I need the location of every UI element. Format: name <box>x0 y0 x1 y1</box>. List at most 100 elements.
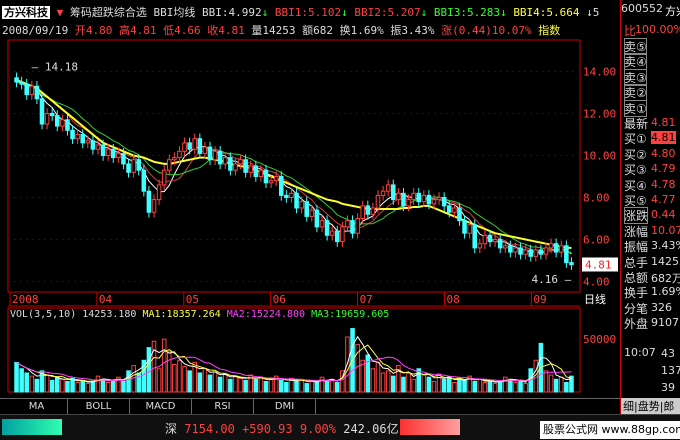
ratio-value: 100.00% <box>635 23 680 36</box>
candle-body <box>192 138 198 150</box>
candle-body <box>436 197 442 201</box>
candle-body <box>136 159 142 171</box>
volume-bar <box>401 376 406 393</box>
candle-body <box>492 239 498 243</box>
volume-bar <box>324 380 330 393</box>
quote-row: 卖④ <box>621 53 680 71</box>
candle-body <box>100 144 106 156</box>
volume-bar <box>146 347 152 393</box>
candle-body <box>65 119 70 131</box>
quote-row: 总额 682万 <box>621 269 680 285</box>
sidebar-ratio-row: 比 100.00% <box>621 22 680 38</box>
quote-row: 卖③ <box>621 68 680 86</box>
candle-body <box>482 234 488 245</box>
date-tick-label: 2008 <box>12 293 39 306</box>
volume-bar <box>121 380 126 393</box>
volume-bar <box>370 368 376 393</box>
bbi2-value: BBI2:5.207 <box>354 6 421 19</box>
quote-row: 涨跌 0.44 <box>621 207 680 225</box>
candles <box>14 72 574 270</box>
volume-bar <box>166 351 172 393</box>
candle-body <box>207 146 213 161</box>
candle-body <box>19 81 24 85</box>
market-progress-right <box>400 419 460 435</box>
candle-body <box>518 247 523 255</box>
market-progress-left <box>2 419 62 435</box>
candle-body <box>34 85 40 100</box>
candle-body <box>309 209 315 217</box>
volume-bar <box>258 376 264 393</box>
bbi-line-yellow <box>16 78 572 249</box>
volume-bar <box>156 368 162 393</box>
candle-body <box>304 201 310 217</box>
quote-row-value: 3.43% <box>651 239 680 253</box>
price-tick-label: 12.00 <box>583 108 616 121</box>
tab-rsi[interactable]: RSI <box>192 399 254 414</box>
tab-macd[interactable]: MACD <box>130 399 192 414</box>
volume-bar <box>564 381 569 393</box>
candle-body <box>523 249 528 255</box>
quote-row-value: 4.81 <box>651 131 676 145</box>
candle-body <box>253 165 259 177</box>
price-grid <box>8 71 580 282</box>
quote-row-value: 4.78 <box>651 177 676 191</box>
quote-row-value: 4.79 <box>651 162 676 176</box>
volume-bar <box>390 375 396 393</box>
price-tick-label: 8.00 <box>583 192 610 205</box>
bbi-value: BBI:4.992 <box>202 6 262 19</box>
sidebar-bottom-tab[interactable]: 细|盘势|郎 <box>621 398 680 414</box>
ma-line-white <box>16 81 572 255</box>
volume-bar <box>319 376 325 393</box>
indicator-tabs: MA BOLL MACD RSI DMI <box>0 398 620 414</box>
candle-body <box>360 205 366 219</box>
stock-name[interactable]: 方兴科技 <box>2 6 50 19</box>
candle-body <box>228 157 233 171</box>
candle-body <box>44 113 50 125</box>
volume-bar <box>334 381 340 393</box>
kline-chart[interactable]: 14.00 12.00 10.00 8.00 6.00 4.00 2008 04 05 06 07 0… <box>0 36 620 398</box>
volume-bar <box>80 379 86 393</box>
volume-bar <box>309 379 315 393</box>
volume-bar <box>19 368 24 393</box>
candle-body <box>217 150 223 165</box>
candle-body <box>141 169 147 192</box>
candle-body <box>477 243 483 249</box>
candle-body <box>273 176 279 182</box>
candle-body <box>75 134 80 140</box>
candle-body <box>401 192 406 207</box>
volume-tick-label: 50000 <box>583 333 616 346</box>
volume-bar <box>212 371 218 393</box>
tab-ma[interactable]: MA <box>6 399 68 414</box>
price-tick-label: 14.00 <box>583 66 616 79</box>
candle-body <box>126 163 131 173</box>
quote-row-value: 326 <box>651 300 672 314</box>
quote-row: 买① 4.81 <box>621 130 680 146</box>
volume-bar <box>482 381 488 393</box>
candle-body <box>14 77 19 83</box>
tab-dmi[interactable]: DMI <box>254 399 316 414</box>
candle-body <box>421 194 427 203</box>
candle-body <box>334 230 340 243</box>
volume-bar <box>131 365 136 393</box>
candle-body <box>131 159 136 173</box>
tab-boll[interactable]: BOLL <box>68 399 130 414</box>
indicator-name[interactable]: 筹码超跌综合选 <box>70 6 147 19</box>
quote-row: 换手1.69% <box>621 284 680 300</box>
volume-bar <box>553 378 559 393</box>
tick-volume: 39 <box>661 381 675 394</box>
candle-body <box>60 119 65 127</box>
volume-legend-part: MA3:19659.605 <box>311 309 389 320</box>
candle-body <box>116 152 121 159</box>
volume-bar <box>294 380 299 393</box>
candle-body <box>202 146 208 154</box>
candle-body <box>513 247 518 253</box>
volume-bar <box>380 372 386 393</box>
volume-legend-part: VOL(3,5,10) <box>10 309 76 320</box>
volume-bar <box>253 378 259 393</box>
candle-body <box>472 224 478 249</box>
volume-bar <box>502 376 508 393</box>
volume-bar <box>105 381 111 393</box>
volume-bar <box>202 368 208 393</box>
bbi4-value: BBI4:5.664 <box>513 6 580 19</box>
volume-bar <box>421 374 427 393</box>
